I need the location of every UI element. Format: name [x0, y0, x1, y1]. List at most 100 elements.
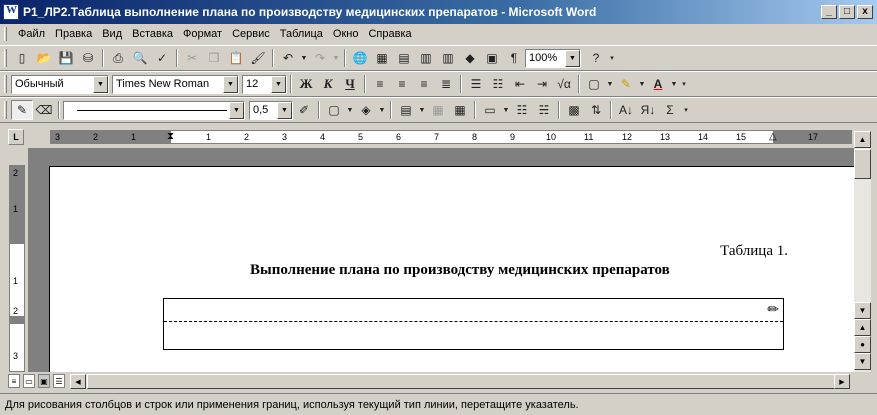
shading-color-icon[interactable]: ◈: [355, 100, 377, 120]
eraser-icon[interactable]: ⌫: [33, 100, 55, 120]
scroll-left-icon[interactable]: ◀: [70, 374, 86, 389]
minimize-button[interactable]: _: [821, 5, 837, 19]
columns-icon[interactable]: ▥: [437, 48, 459, 68]
scroll-up-icon[interactable]: ▲: [854, 131, 871, 148]
border-color-icon[interactable]: ✐: [293, 100, 315, 120]
line-weight-combo[interactable]: 0,5 ▼: [249, 100, 293, 120]
tab-selector-icon[interactable]: L: [8, 129, 24, 145]
outside-border-icon[interactable]: ▢: [323, 100, 345, 120]
border-dropdown-icon[interactable]: ▼: [345, 100, 355, 120]
insert-table-icon[interactable]: ▤: [393, 48, 415, 68]
print-preview-icon[interactable]: 🔍: [129, 48, 151, 68]
zoom-combo[interactable]: 100% ▼: [525, 48, 581, 68]
menu-grip[interactable]: [4, 27, 7, 41]
merge-cells-icon[interactable]: ▦: [427, 100, 449, 120]
vertical-ruler[interactable]: 2 1 1 2 3: [9, 165, 25, 372]
line-style-combo[interactable]: ▼: [63, 100, 245, 120]
close-button[interactable]: x: [857, 5, 873, 19]
vertical-scrollbar[interactable]: ▲ ▼ ▲ ● ▼: [854, 131, 871, 372]
borders-icon[interactable]: ▢: [583, 74, 605, 94]
align-right-icon[interactable]: ≡: [413, 74, 435, 94]
normal-view-icon[interactable]: ≡: [8, 374, 20, 388]
scroll-down-icon[interactable]: ▼: [854, 302, 871, 319]
highlight-dropdown-icon[interactable]: ▼: [637, 74, 647, 94]
align-left-icon[interactable]: ≡: [369, 74, 391, 94]
undo-icon[interactable]: ↶: [277, 48, 299, 68]
sort-ascending-icon[interactable]: A↓: [615, 100, 637, 120]
print-layout-view-icon[interactable]: ▣: [38, 374, 50, 388]
print-icon[interactable]: ⎙: [107, 48, 129, 68]
copy-icon[interactable]: ❐: [203, 48, 225, 68]
highlight-icon[interactable]: ✎: [615, 74, 637, 94]
toolbar-grip[interactable]: [4, 75, 7, 93]
underline-button[interactable]: Ч: [339, 74, 361, 94]
line-style-dropdown-icon[interactable]: ▼: [229, 101, 244, 119]
horizontal-scroll-thumb[interactable]: [87, 374, 837, 389]
insert-excel-icon[interactable]: ▥: [415, 48, 437, 68]
justify-icon[interactable]: ≣: [435, 74, 457, 94]
menu-edit[interactable]: Правка: [50, 28, 97, 40]
insert-table-icon[interactable]: ▤: [395, 100, 417, 120]
toolbar-grip[interactable]: [4, 49, 7, 67]
drawing-icon[interactable]: ◆: [459, 48, 481, 68]
document-page[interactable]: Таблица 1. Выполнение плана по производс…: [49, 166, 854, 372]
table-title[interactable]: Выполнение плана по производству медицин…: [250, 262, 670, 279]
show-hide-icon[interactable]: ¶: [503, 48, 525, 68]
toolbar-options-icon[interactable]: ▾: [681, 100, 691, 120]
style-dropdown-icon[interactable]: ▼: [93, 75, 108, 93]
split-cells-icon[interactable]: ▦: [449, 100, 471, 120]
increase-indent-icon[interactable]: ⇥: [531, 74, 553, 94]
menu-format[interactable]: Формат: [178, 28, 227, 40]
word-app-icon[interactable]: [3, 4, 19, 20]
draw-table-pencil-icon[interactable]: ✎: [11, 100, 33, 120]
right-indent-marker-icon[interactable]: △: [769, 131, 777, 143]
redo-dropdown-icon[interactable]: ▼: [331, 48, 341, 68]
menu-insert[interactable]: Вставка: [127, 28, 178, 40]
menu-view[interactable]: Вид: [97, 28, 127, 40]
web-view-icon[interactable]: ▭: [23, 374, 35, 388]
table-caption[interactable]: Таблица 1.: [720, 243, 788, 260]
horizontal-ruler[interactable]: 3 2 1 1 2 3 4 5 6 7 8 9 10 11 12 13 14 1…: [50, 130, 852, 144]
borders-dropdown-icon[interactable]: ▼: [605, 74, 615, 94]
save-icon[interactable]: 💾: [55, 48, 77, 68]
insert-formula-icon[interactable]: √α: [553, 74, 575, 94]
spelling-icon[interactable]: ✓: [151, 48, 173, 68]
insert-table-dropdown-icon[interactable]: ▼: [417, 100, 427, 120]
menu-tools[interactable]: Сервис: [227, 28, 275, 40]
font-dropdown-icon[interactable]: ▼: [223, 75, 238, 93]
menu-table[interactable]: Таблица: [275, 28, 328, 40]
horizontal-scrollbar[interactable]: ◀ ▶: [70, 374, 850, 389]
autoformat-icon[interactable]: ▩: [563, 100, 585, 120]
menu-file[interactable]: Файл: [13, 28, 50, 40]
paste-icon[interactable]: 📋: [225, 48, 247, 68]
distribute-columns-icon[interactable]: ☵: [533, 100, 555, 120]
line-weight-dropdown-icon[interactable]: ▼: [277, 101, 292, 119]
align-center-icon[interactable]: ≡: [391, 74, 413, 94]
align-cell-icon[interactable]: ▭: [479, 100, 501, 120]
hyperlink-icon[interactable]: 🌐: [349, 48, 371, 68]
toolbar-options-icon[interactable]: ▾: [607, 48, 617, 68]
undo-dropdown-icon[interactable]: ▼: [299, 48, 309, 68]
numbering-icon[interactable]: ☰: [465, 74, 487, 94]
open-folder-icon[interactable]: 📂: [33, 48, 55, 68]
autosum-icon[interactable]: Σ: [659, 100, 681, 120]
format-painter-icon[interactable]: 🖌: [247, 48, 269, 68]
font-combo[interactable]: Times New Roman ▼: [112, 74, 239, 94]
scroll-right-icon[interactable]: ▶: [834, 374, 850, 389]
new-document-icon[interactable]: ▯: [11, 48, 33, 68]
menu-help[interactable]: Справка: [363, 28, 416, 40]
permission-icon[interactable]: ⛁: [77, 48, 99, 68]
menu-window[interactable]: Окно: [328, 28, 364, 40]
previous-page-icon[interactable]: ▲: [854, 319, 871, 336]
select-browse-object-icon[interactable]: ●: [854, 336, 871, 353]
toolbar-options-icon[interactable]: ▾: [679, 74, 689, 94]
shading-dropdown-icon[interactable]: ▼: [377, 100, 387, 120]
font-color-dropdown-icon[interactable]: ▼: [669, 74, 679, 94]
toolbar-grip[interactable]: [4, 101, 7, 119]
maximize-button[interactable]: □: [839, 5, 855, 19]
font-size-combo[interactable]: 12 ▼: [242, 74, 287, 94]
document-map-icon[interactable]: ▣: [481, 48, 503, 68]
font-size-dropdown-icon[interactable]: ▼: [271, 75, 286, 93]
tables-borders-icon[interactable]: ▦: [371, 48, 393, 68]
next-page-icon[interactable]: ▼: [854, 353, 871, 370]
